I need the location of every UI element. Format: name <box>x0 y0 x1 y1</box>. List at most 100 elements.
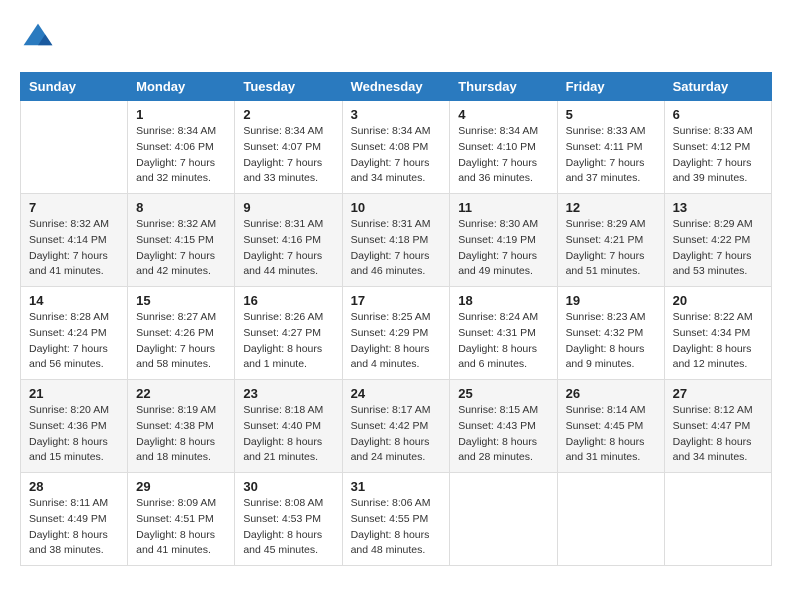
calendar-cell: 31 Sunrise: 8:06 AMSunset: 4:55 PMDaylig… <box>342 473 450 566</box>
day-number: 13 <box>673 200 763 215</box>
day-number: 3 <box>351 107 442 122</box>
day-number: 29 <box>136 479 226 494</box>
calendar-cell: 5 Sunrise: 8:33 AMSunset: 4:11 PMDayligh… <box>557 101 664 194</box>
day-number: 10 <box>351 200 442 215</box>
calendar-cell: 28 Sunrise: 8:11 AMSunset: 4:49 PMDaylig… <box>21 473 128 566</box>
calendar-week-row: 7 Sunrise: 8:32 AMSunset: 4:14 PMDayligh… <box>21 194 772 287</box>
day-detail: Sunrise: 8:29 AMSunset: 4:22 PMDaylight:… <box>673 217 763 280</box>
calendar-cell: 15 Sunrise: 8:27 AMSunset: 4:26 PMDaylig… <box>128 287 235 380</box>
logo <box>20 20 60 56</box>
day-detail: Sunrise: 8:30 AMSunset: 4:19 PMDaylight:… <box>458 217 548 280</box>
calendar-cell: 8 Sunrise: 8:32 AMSunset: 4:15 PMDayligh… <box>128 194 235 287</box>
day-detail: Sunrise: 8:27 AMSunset: 4:26 PMDaylight:… <box>136 310 226 373</box>
day-detail: Sunrise: 8:18 AMSunset: 4:40 PMDaylight:… <box>243 403 333 466</box>
day-number: 30 <box>243 479 333 494</box>
calendar-week-row: 14 Sunrise: 8:28 AMSunset: 4:24 PMDaylig… <box>21 287 772 380</box>
calendar-cell: 20 Sunrise: 8:22 AMSunset: 4:34 PMDaylig… <box>664 287 771 380</box>
day-detail: Sunrise: 8:32 AMSunset: 4:14 PMDaylight:… <box>29 217 119 280</box>
day-number: 2 <box>243 107 333 122</box>
day-detail: Sunrise: 8:20 AMSunset: 4:36 PMDaylight:… <box>29 403 119 466</box>
day-detail: Sunrise: 8:31 AMSunset: 4:18 PMDaylight:… <box>351 217 442 280</box>
day-number: 18 <box>458 293 548 308</box>
day-detail: Sunrise: 8:12 AMSunset: 4:47 PMDaylight:… <box>673 403 763 466</box>
calendar-cell: 7 Sunrise: 8:32 AMSunset: 4:14 PMDayligh… <box>21 194 128 287</box>
calendar-cell: 19 Sunrise: 8:23 AMSunset: 4:32 PMDaylig… <box>557 287 664 380</box>
logo-icon <box>20 20 56 56</box>
day-detail: Sunrise: 8:06 AMSunset: 4:55 PMDaylight:… <box>351 496 442 559</box>
day-detail: Sunrise: 8:25 AMSunset: 4:29 PMDaylight:… <box>351 310 442 373</box>
day-number: 12 <box>566 200 656 215</box>
day-number: 23 <box>243 386 333 401</box>
calendar-cell: 4 Sunrise: 8:34 AMSunset: 4:10 PMDayligh… <box>450 101 557 194</box>
day-number: 27 <box>673 386 763 401</box>
calendar-cell: 26 Sunrise: 8:14 AMSunset: 4:45 PMDaylig… <box>557 380 664 473</box>
day-detail: Sunrise: 8:34 AMSunset: 4:07 PMDaylight:… <box>243 124 333 187</box>
col-header-saturday: Saturday <box>664 73 771 101</box>
day-detail: Sunrise: 8:09 AMSunset: 4:51 PMDaylight:… <box>136 496 226 559</box>
calendar-cell: 16 Sunrise: 8:26 AMSunset: 4:27 PMDaylig… <box>235 287 342 380</box>
col-header-sunday: Sunday <box>21 73 128 101</box>
day-number: 7 <box>29 200 119 215</box>
day-number: 21 <box>29 386 119 401</box>
calendar-week-row: 1 Sunrise: 8:34 AMSunset: 4:06 PMDayligh… <box>21 101 772 194</box>
day-detail: Sunrise: 8:17 AMSunset: 4:42 PMDaylight:… <box>351 403 442 466</box>
day-number: 14 <box>29 293 119 308</box>
day-detail: Sunrise: 8:31 AMSunset: 4:16 PMDaylight:… <box>243 217 333 280</box>
col-header-tuesday: Tuesday <box>235 73 342 101</box>
day-number: 8 <box>136 200 226 215</box>
day-number: 20 <box>673 293 763 308</box>
calendar-cell: 24 Sunrise: 8:17 AMSunset: 4:42 PMDaylig… <box>342 380 450 473</box>
day-number: 1 <box>136 107 226 122</box>
calendar-cell: 11 Sunrise: 8:30 AMSunset: 4:19 PMDaylig… <box>450 194 557 287</box>
calendar-cell: 22 Sunrise: 8:19 AMSunset: 4:38 PMDaylig… <box>128 380 235 473</box>
calendar-cell <box>21 101 128 194</box>
calendar-cell: 23 Sunrise: 8:18 AMSunset: 4:40 PMDaylig… <box>235 380 342 473</box>
day-number: 19 <box>566 293 656 308</box>
day-detail: Sunrise: 8:33 AMSunset: 4:12 PMDaylight:… <box>673 124 763 187</box>
day-detail: Sunrise: 8:34 AMSunset: 4:08 PMDaylight:… <box>351 124 442 187</box>
day-detail: Sunrise: 8:11 AMSunset: 4:49 PMDaylight:… <box>29 496 119 559</box>
calendar-cell: 17 Sunrise: 8:25 AMSunset: 4:29 PMDaylig… <box>342 287 450 380</box>
day-number: 25 <box>458 386 548 401</box>
calendar-cell: 14 Sunrise: 8:28 AMSunset: 4:24 PMDaylig… <box>21 287 128 380</box>
calendar-cell: 9 Sunrise: 8:31 AMSunset: 4:16 PMDayligh… <box>235 194 342 287</box>
day-number: 11 <box>458 200 548 215</box>
col-header-thursday: Thursday <box>450 73 557 101</box>
day-detail: Sunrise: 8:32 AMSunset: 4:15 PMDaylight:… <box>136 217 226 280</box>
day-number: 17 <box>351 293 442 308</box>
col-header-friday: Friday <box>557 73 664 101</box>
day-number: 6 <box>673 107 763 122</box>
calendar-cell <box>450 473 557 566</box>
day-number: 9 <box>243 200 333 215</box>
calendar-cell: 29 Sunrise: 8:09 AMSunset: 4:51 PMDaylig… <box>128 473 235 566</box>
day-detail: Sunrise: 8:24 AMSunset: 4:31 PMDaylight:… <box>458 310 548 373</box>
calendar-week-row: 21 Sunrise: 8:20 AMSunset: 4:36 PMDaylig… <box>21 380 772 473</box>
calendar-cell: 21 Sunrise: 8:20 AMSunset: 4:36 PMDaylig… <box>21 380 128 473</box>
day-number: 16 <box>243 293 333 308</box>
col-header-wednesday: Wednesday <box>342 73 450 101</box>
calendar-cell: 1 Sunrise: 8:34 AMSunset: 4:06 PMDayligh… <box>128 101 235 194</box>
calendar-cell <box>557 473 664 566</box>
day-detail: Sunrise: 8:34 AMSunset: 4:10 PMDaylight:… <box>458 124 548 187</box>
day-detail: Sunrise: 8:34 AMSunset: 4:06 PMDaylight:… <box>136 124 226 187</box>
day-detail: Sunrise: 8:15 AMSunset: 4:43 PMDaylight:… <box>458 403 548 466</box>
calendar-cell: 10 Sunrise: 8:31 AMSunset: 4:18 PMDaylig… <box>342 194 450 287</box>
day-number: 4 <box>458 107 548 122</box>
col-header-monday: Monday <box>128 73 235 101</box>
day-number: 15 <box>136 293 226 308</box>
day-number: 22 <box>136 386 226 401</box>
day-detail: Sunrise: 8:22 AMSunset: 4:34 PMDaylight:… <box>673 310 763 373</box>
calendar-cell: 12 Sunrise: 8:29 AMSunset: 4:21 PMDaylig… <box>557 194 664 287</box>
day-number: 28 <box>29 479 119 494</box>
calendar-table: SundayMondayTuesdayWednesdayThursdayFrid… <box>20 72 772 566</box>
calendar-week-row: 28 Sunrise: 8:11 AMSunset: 4:49 PMDaylig… <box>21 473 772 566</box>
day-detail: Sunrise: 8:23 AMSunset: 4:32 PMDaylight:… <box>566 310 656 373</box>
day-detail: Sunrise: 8:14 AMSunset: 4:45 PMDaylight:… <box>566 403 656 466</box>
page-header <box>20 20 772 56</box>
calendar-cell: 3 Sunrise: 8:34 AMSunset: 4:08 PMDayligh… <box>342 101 450 194</box>
day-detail: Sunrise: 8:28 AMSunset: 4:24 PMDaylight:… <box>29 310 119 373</box>
calendar-cell: 2 Sunrise: 8:34 AMSunset: 4:07 PMDayligh… <box>235 101 342 194</box>
day-detail: Sunrise: 8:33 AMSunset: 4:11 PMDaylight:… <box>566 124 656 187</box>
calendar-cell: 6 Sunrise: 8:33 AMSunset: 4:12 PMDayligh… <box>664 101 771 194</box>
day-detail: Sunrise: 8:26 AMSunset: 4:27 PMDaylight:… <box>243 310 333 373</box>
